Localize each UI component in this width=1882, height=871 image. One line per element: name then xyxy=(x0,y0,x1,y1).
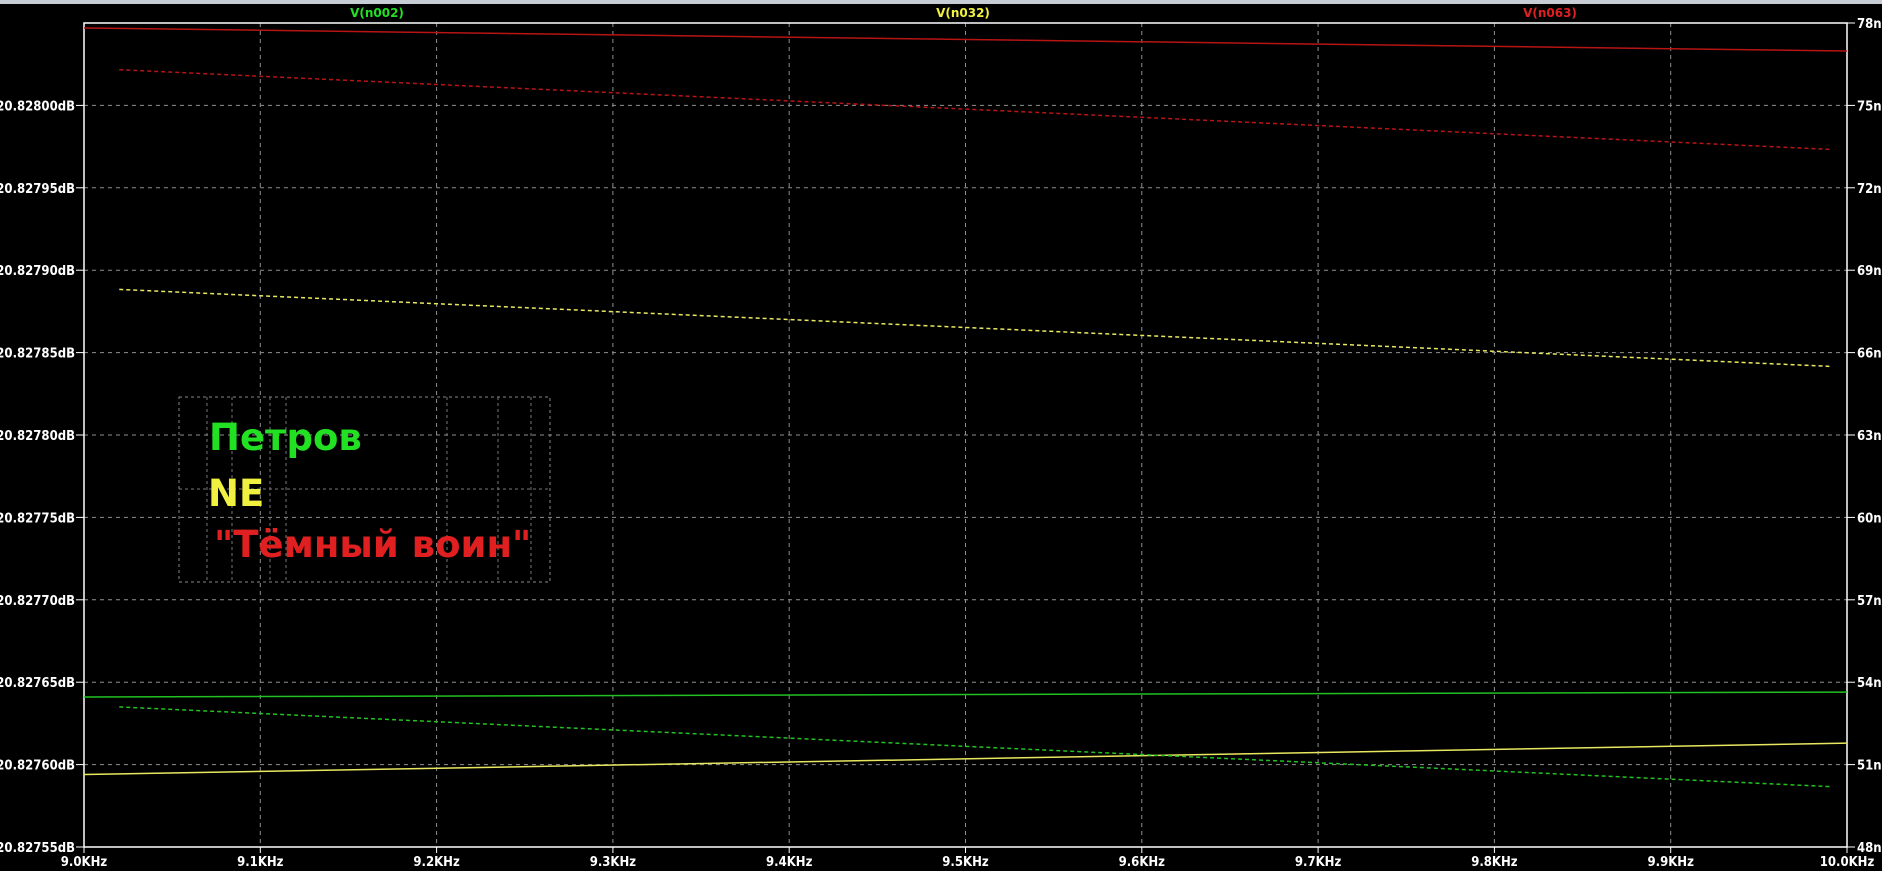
y-right-tick-label: 69ns xyxy=(1857,264,1882,279)
x-tick-label: 9.6KHz xyxy=(1119,855,1166,870)
y-right-tick-label: 57ns xyxy=(1857,594,1882,609)
x-tick-label: 9.0KHz xyxy=(61,855,108,870)
y-right-tick-label: 63ns xyxy=(1857,429,1882,444)
x-tick-label: 9.3KHz xyxy=(590,855,637,870)
plot-area[interactable]: 9.0KHz 9.1KHz 9.2KHz 9.3KHz 9.4KHz 9.5KHz 9.6K… xyxy=(0,0,1882,871)
series-line-2 xyxy=(119,288,1830,368)
y-right-tick-label: 51ns xyxy=(1857,759,1882,774)
series-line-5 xyxy=(119,706,1830,788)
x-tick-label: 9.2KHz xyxy=(413,855,460,870)
x-tick-label: 9.1KHz xyxy=(237,855,284,870)
trace-title-vn032: V(n032) xyxy=(936,6,990,20)
y-left-tick-label: 20.82795dB xyxy=(0,182,75,197)
y-right-tick-label: 72ns xyxy=(1857,182,1882,197)
y-left-tick-label: 20.82755dB xyxy=(0,841,75,856)
y-left-tick-label: 20.82780dB xyxy=(0,429,75,444)
y-right-tick-label: 75ns xyxy=(1857,99,1882,114)
x-tick-label: 9.8KHz xyxy=(1471,855,1518,870)
y-right-tick-label: 78ns xyxy=(1857,17,1882,32)
annotation-label: NE xyxy=(208,472,264,515)
x-tick-label: 9.4KHz xyxy=(766,855,813,870)
y-right-tick-label: 60ns xyxy=(1857,511,1882,526)
x-tick-label: 9.5KHz xyxy=(942,855,989,870)
y-left-tick-label: 20.82760dB xyxy=(0,759,75,774)
y-left-tick-label: 20.82785dB xyxy=(0,347,75,362)
y-left-tick-label: 20.82765dB xyxy=(0,676,75,691)
y-right-tick-label: 48ns xyxy=(1857,841,1882,856)
annotation-label: "Тёмный воин" xyxy=(214,523,531,566)
series-line-1 xyxy=(119,68,1830,151)
x-tick-label: 9.9KHz xyxy=(1648,855,1695,870)
y-left-tick-label: 20.82770dB xyxy=(0,594,75,609)
y-right-tick-label: 66ns xyxy=(1857,347,1882,362)
y-left-tick-label: 20.82790dB xyxy=(0,264,75,279)
y-right-tick-label: 54ns xyxy=(1857,676,1882,691)
x-tick-label: 10.0KHz xyxy=(1820,855,1875,870)
x-tick-label: 9.7KHz xyxy=(1295,855,1342,870)
y-left-tick-label: 20.82800dB xyxy=(0,99,75,114)
annotation-label: Петров xyxy=(209,416,362,459)
trace-title-vn002: V(n002) xyxy=(350,6,404,20)
trace-title-vn063: V(n063) xyxy=(1523,6,1577,20)
y-left-tick-label: 20.82775dB xyxy=(0,511,75,526)
